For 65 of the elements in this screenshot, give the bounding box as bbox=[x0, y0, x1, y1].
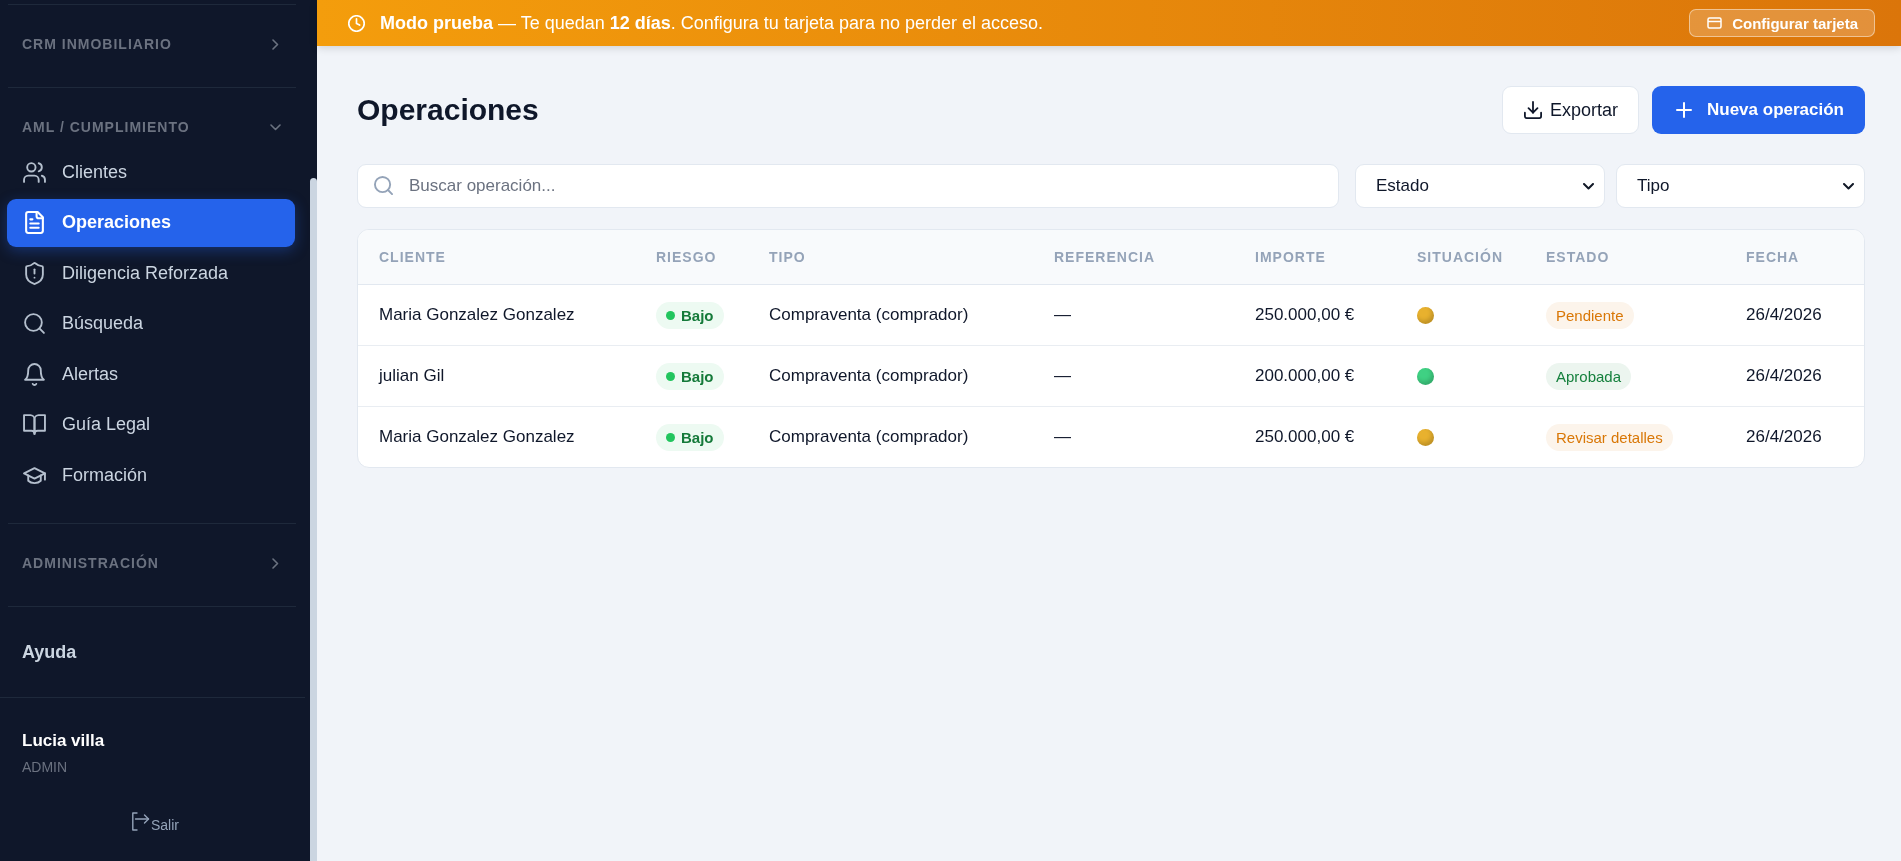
client-name: julian Gil bbox=[379, 366, 445, 386]
operation-type: Compraventa (comprador) bbox=[769, 305, 969, 325]
amount-text: 200.000,00 € bbox=[1255, 366, 1355, 386]
column-header: CLIENTE bbox=[379, 249, 446, 265]
clock-icon bbox=[348, 14, 365, 32]
date-text: 26/4/2026 bbox=[1746, 366, 1822, 386]
reference-text: — bbox=[1054, 427, 1071, 447]
reference-text: — bbox=[1054, 366, 1071, 386]
new-operation-button[interactable]: Nueva operación bbox=[1652, 86, 1865, 134]
search-icon bbox=[374, 176, 393, 195]
status-badge: Revisar detalles bbox=[1546, 423, 1673, 451]
book-icon bbox=[23, 413, 46, 436]
credit-card-icon bbox=[1707, 17, 1723, 29]
risk-label: Bajo bbox=[681, 367, 714, 385]
column-header: RIESGO bbox=[656, 249, 717, 265]
document-icon bbox=[23, 211, 46, 234]
client-name: Maria Gonzalez Gonzalez bbox=[379, 305, 575, 325]
status-badge: Pendiente bbox=[1546, 301, 1634, 329]
status-badge: Aprobada bbox=[1546, 362, 1632, 390]
date-text: 26/4/2026 bbox=[1746, 427, 1822, 447]
nav-item[interactable]: Clientes bbox=[7, 148, 295, 196]
client-name: Maria Gonzalez Gonzalez bbox=[379, 427, 575, 447]
operation-type: Compraventa (comprador) bbox=[769, 366, 969, 386]
scrollbar-thumb[interactable] bbox=[310, 178, 317, 861]
nav-item[interactable]: Formación bbox=[7, 451, 295, 499]
column-header: SITUACIÓN bbox=[1417, 249, 1503, 265]
users-icon bbox=[23, 160, 46, 184]
filter-dropdown[interactable]: Tipo bbox=[1616, 164, 1865, 208]
shield-icon bbox=[23, 261, 46, 285]
bell-icon bbox=[23, 362, 46, 386]
reference-text: — bbox=[1054, 305, 1071, 325]
chevron-down-icon bbox=[1583, 182, 1594, 190]
export-button[interactable]: Exportar bbox=[1501, 86, 1639, 134]
trial-message: Modo prueba — Te quedan 12 días. Configura tu tarjeta para no perder el acceso. bbox=[380, 12, 1044, 34]
section-toggle[interactable]: AML / CUMPLIMIENTO bbox=[0, 108, 310, 146]
column-header: ESTADO bbox=[1546, 249, 1610, 265]
column-header: TIPO bbox=[769, 249, 806, 265]
risk-label: Bajo bbox=[681, 428, 714, 446]
amount-text: 250.000,00 € bbox=[1255, 427, 1355, 447]
logout-button[interactable]: Salir bbox=[131, 812, 179, 831]
column-header: REFERENCIA bbox=[1054, 249, 1155, 265]
nav-item[interactable]: Diligencia Reforzada bbox=[7, 249, 295, 297]
column-header: FECHA bbox=[1746, 249, 1800, 265]
search-field[interactable]: Buscar operación... bbox=[357, 164, 1339, 208]
chevron-down-icon bbox=[1843, 182, 1854, 190]
page-title: Operaciones bbox=[357, 93, 539, 127]
download-icon bbox=[1523, 101, 1542, 119]
logout-icon bbox=[131, 812, 150, 831]
section-toggle[interactable]: ADMINISTRACIÓN bbox=[0, 544, 310, 582]
nav-item[interactable]: Alertas bbox=[7, 350, 295, 398]
user-role: ADMIN bbox=[22, 758, 68, 776]
nav-item[interactable]: Guía Legal bbox=[7, 400, 295, 449]
nav-item[interactable]: Búsqueda bbox=[7, 299, 295, 348]
filter-dropdown[interactable]: Estado bbox=[1355, 164, 1605, 208]
risk-label: Bajo bbox=[681, 306, 714, 324]
section-toggle[interactable]: CRM INMOBILIARIO bbox=[0, 25, 310, 63]
user-name: Lucia villa bbox=[22, 730, 105, 752]
column-header: IMPORTE bbox=[1255, 249, 1326, 265]
nav-item[interactable]: Operaciones bbox=[7, 198, 295, 247]
operation-type: Compraventa (comprador) bbox=[769, 427, 969, 447]
date-text: 26/4/2026 bbox=[1746, 305, 1822, 325]
help-link[interactable]: Ayuda bbox=[22, 641, 77, 663]
search-icon bbox=[23, 312, 46, 335]
plus-icon bbox=[1676, 102, 1692, 118]
amount-text: 250.000,00 € bbox=[1255, 305, 1355, 325]
